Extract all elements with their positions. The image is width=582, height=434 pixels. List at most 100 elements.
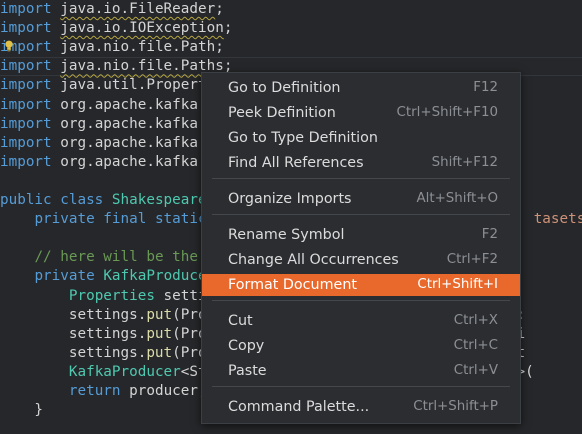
code-token: Shakespeare (111, 192, 207, 208)
menu-item-label: Change All Occurrences (228, 252, 399, 268)
menu-item-paste[interactable]: Paste Ctrl+V (202, 360, 520, 382)
code-token: private final static (34, 211, 207, 228)
menu-item-label: Go to Definition (228, 80, 341, 96)
menu-item-shortcut: Ctrl+Shift+I (417, 277, 498, 292)
code-token: settings. (0, 344, 147, 361)
code-line[interactable]: import org.apache.kafka. (0, 96, 207, 115)
code-token: import (0, 20, 52, 37)
menu-item-organize-imports[interactable]: Organize Imports Alt+Shift+O (202, 188, 520, 210)
code-line[interactable]: import org.apache.kafka. (0, 153, 207, 172)
code-token: put (146, 344, 173, 361)
code-line[interactable]: import java.io.FileReader; (0, 0, 224, 19)
code-token: Properties (68, 287, 155, 304)
menu-item-label: Organize Imports (228, 191, 352, 207)
lightbulb-icon[interactable] (4, 40, 14, 52)
menu-item-find-all-references[interactable]: Find All References Shift+F12 (202, 152, 520, 174)
code-token: java.io.FileReader (60, 1, 216, 17)
menu-item-label: Copy (228, 338, 265, 354)
menu-item-label: Rename Symbol (228, 227, 345, 243)
code-line[interactable]: import org.apache.kafka. (0, 134, 207, 153)
code-line[interactable]: private KafkaProducer (0, 267, 215, 286)
menu-separator (212, 214, 510, 215)
menu-item-command-palette[interactable]: Command Palette... Ctrl+Shift+P (202, 396, 520, 418)
menu-item-shortcut: Ctrl+Shift+F10 (396, 105, 498, 120)
code-token: private (34, 268, 95, 285)
code-token: ; (223, 20, 233, 37)
menu-item-shortcut: Ctrl+V (453, 363, 498, 378)
menu-item-go-to-definition[interactable]: Go to Definition F12 (202, 77, 520, 99)
code-token: import (0, 134, 52, 151)
code-token: import (0, 58, 52, 75)
menu-item-format-document[interactable]: Format Document Ctrl+Shift+I (202, 274, 520, 296)
menu-item-shortcut: Ctrl+Shift+P (413, 399, 498, 414)
menu-item-shortcut: Ctrl+C (453, 338, 498, 353)
menu-item-shortcut: Alt+Shift+O (416, 191, 498, 206)
code-token: ; (215, 1, 224, 17)
menu-separator (212, 178, 510, 179)
menu-item-shortcut: F12 (473, 80, 498, 95)
code-token: KafkaProducer (68, 363, 181, 380)
menu-item-copy[interactable]: Copy Ctrl+C (202, 335, 520, 357)
code-token: put (146, 306, 173, 323)
code-line[interactable]: Properties setti (0, 287, 207, 306)
context-menu: Go to Definition F12 Peek Definition Ctrl+S… (201, 72, 521, 424)
menu-item-label: Command Palette... (228, 399, 370, 415)
menu-separator (212, 300, 510, 301)
code-token: } (0, 402, 44, 419)
code-token: org.apache.kafka. (51, 96, 207, 113)
menu-item-rename-symbol[interactable]: Rename Symbol F2 (202, 224, 520, 246)
menu-item-label: Format Document (228, 277, 357, 293)
code-line[interactable]: // here will be the (0, 248, 198, 267)
code-token: KafkaProducer (103, 268, 216, 285)
code-line[interactable]: import java.nio.file.Path; (0, 38, 224, 57)
code-line[interactable]: import org.apache.kafka. (0, 115, 207, 134)
code-token: settings. (0, 325, 147, 342)
code-token: java.nio.file.Path; (51, 39, 224, 56)
menu-item-shortcut: F2 (481, 227, 498, 242)
code-line[interactable]: import java.nio.file.Paths; (0, 57, 232, 76)
code-line[interactable]: return producer; (0, 382, 207, 401)
menu-item-go-to-type-definition[interactable]: Go to Type Definition (202, 127, 520, 149)
code-token: java.util.Propert (51, 77, 207, 94)
code-token: producer; (120, 383, 207, 399)
code-token: import (0, 96, 52, 113)
menu-item-shortcut: Ctrl+X (453, 313, 498, 328)
menu-separator (212, 386, 510, 387)
code-token: tasets/ (533, 211, 582, 228)
code-token: settings. (0, 306, 147, 323)
code-token: import (0, 77, 52, 94)
menu-item-label: Go to Type Definition (228, 130, 378, 146)
code-line[interactable]: import java.io.IOException; (0, 19, 232, 38)
code-token: import (0, 1, 52, 17)
code-token: java.io.IOException (60, 20, 224, 37)
code-token: setti (154, 287, 207, 304)
menu-item-label: Paste (228, 363, 267, 379)
code-line[interactable]: import java.util.Propert (0, 76, 207, 95)
code-token: org.apache.kafka. (51, 115, 207, 132)
code-token: import (0, 153, 52, 170)
menu-item-label: Find All References (228, 155, 364, 171)
code-token: org.apache.kafka. (51, 134, 207, 151)
menu-item-shortcut: Shift+F12 (431, 155, 498, 170)
menu-item-cut[interactable]: Cut Ctrl+X (202, 310, 520, 332)
code-token: org.apache.kafka. (51, 153, 207, 170)
code-token: public class (0, 192, 104, 208)
code-token: return (68, 383, 121, 399)
menu-item-shortcut: Ctrl+F2 (446, 252, 498, 267)
code-line[interactable]: public class Shakespeare (0, 191, 207, 210)
menu-item-label: Cut (228, 313, 253, 329)
menu-item-label: Peek Definition (228, 105, 336, 121)
menu-item-change-all-occurrences[interactable]: Change All Occurrences Ctrl+F2 (202, 249, 520, 271)
code-line[interactable]: } (0, 401, 43, 420)
code-token: put (146, 325, 173, 342)
menu-item-peek-definition[interactable]: Peek Definition Ctrl+Shift+F10 (202, 102, 520, 124)
code-token: import (0, 115, 52, 132)
